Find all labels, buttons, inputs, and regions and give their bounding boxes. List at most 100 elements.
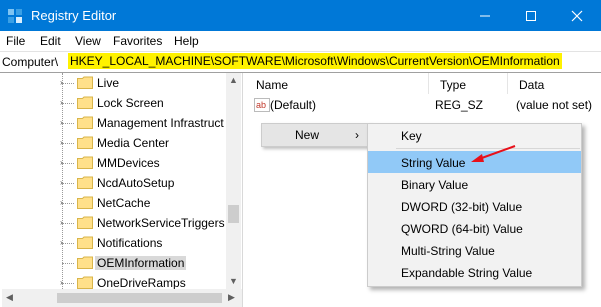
menu-help[interactable]: Help bbox=[174, 34, 199, 48]
close-icon bbox=[571, 10, 583, 21]
tree-item-label: Media Center bbox=[97, 136, 170, 150]
menu-view[interactable]: View bbox=[75, 34, 101, 48]
column-name-label: Name bbox=[256, 78, 289, 92]
submenu-item-dword-32-bit-value[interactable]: DWORD (32-bit) Value bbox=[368, 195, 581, 217]
expand-chevron-icon[interactable]: › bbox=[60, 78, 63, 87]
tree-connector bbox=[62, 143, 74, 144]
tree-item-label: MMDevices bbox=[97, 156, 160, 170]
tree-item-label: OneDriveRamps bbox=[97, 276, 186, 290]
column-header-type[interactable]: Type bbox=[429, 73, 508, 94]
tree-connector bbox=[62, 163, 74, 164]
tree-item-label: Lock Screen bbox=[97, 96, 164, 110]
annotation-arrow-icon bbox=[471, 145, 516, 162]
folder-icon bbox=[77, 216, 93, 229]
expand-chevron-icon[interactable]: › bbox=[60, 158, 63, 167]
value-row[interactable]: ab (Default) REG_SZ (value not set) bbox=[245, 95, 601, 115]
context-menu: New › bbox=[261, 123, 371, 147]
submenu-item-qword-64-bit-value[interactable]: QWORD (64-bit) Value bbox=[368, 217, 581, 239]
tree-item-label: Management Infrastruct bbox=[97, 116, 224, 130]
tree-item[interactable]: › Notifications bbox=[2, 233, 227, 253]
tree-item[interactable]: OEMInformation bbox=[2, 253, 227, 273]
tree-item[interactable]: › Live bbox=[2, 73, 227, 93]
tree-horizontal-scrollbar[interactable]: ◀ ▶ bbox=[2, 289, 242, 307]
tree-item-label: Live bbox=[97, 76, 120, 90]
submenu-item-binary-value[interactable]: Binary Value bbox=[368, 173, 581, 195]
tree-item[interactable]: › NetCache bbox=[2, 193, 227, 213]
scroll-left-icon[interactable]: ◀ bbox=[6, 292, 13, 303]
expand-chevron-icon[interactable]: › bbox=[60, 198, 63, 207]
svg-text:ab: ab bbox=[256, 100, 266, 110]
tree-connector bbox=[62, 243, 74, 244]
vertical-scroll-thumb[interactable] bbox=[228, 205, 239, 223]
folder-icon bbox=[77, 136, 93, 149]
submenu-arrow-icon: › bbox=[355, 128, 359, 142]
folder-icon bbox=[77, 96, 93, 109]
tree-connector bbox=[62, 263, 74, 264]
submenu-item-label: DWORD (32-bit) Value bbox=[401, 200, 523, 214]
key-tree: › Live › Lock Screen › Management Infrastruct… bbox=[2, 73, 243, 307]
column-header-data[interactable]: Data bbox=[508, 73, 601, 94]
folder-icon bbox=[77, 196, 93, 209]
column-type-label: Type bbox=[440, 78, 467, 92]
close-button[interactable] bbox=[554, 0, 600, 31]
tree-item-label: NetworkServiceTriggers bbox=[97, 216, 225, 230]
tree-item[interactable]: › MMDevices bbox=[2, 153, 227, 173]
string-value-icon: ab bbox=[254, 98, 270, 112]
tree-vertical-scrollbar[interactable]: ▲ ▼ bbox=[226, 73, 241, 289]
expand-chevron-icon[interactable]: › bbox=[60, 278, 63, 287]
tree-connector bbox=[62, 203, 74, 204]
submenu-item-label: Binary Value bbox=[401, 178, 469, 192]
tree-item[interactable]: › Management Infrastruct bbox=[2, 113, 227, 133]
submenu-item-label: Key bbox=[401, 129, 422, 143]
scroll-right-icon[interactable]: ▶ bbox=[228, 292, 235, 303]
expand-chevron-icon[interactable]: › bbox=[60, 238, 63, 247]
maximize-button[interactable] bbox=[508, 0, 554, 31]
folder-icon bbox=[77, 276, 93, 289]
value-data: (value not set) bbox=[516, 98, 593, 112]
tree-item[interactable]: › NetworkServiceTriggers bbox=[2, 213, 227, 233]
tree-connector bbox=[62, 183, 74, 184]
tree-item[interactable]: › Media Center bbox=[2, 133, 227, 153]
horizontal-scroll-thumb[interactable] bbox=[57, 293, 222, 303]
menu-bar: File Edit View Favorites Help bbox=[0, 31, 601, 52]
tree-item-label: OEMInformation bbox=[95, 256, 187, 270]
value-name: (Default) bbox=[270, 98, 317, 112]
expand-chevron-icon[interactable]: › bbox=[60, 118, 63, 127]
submenu-item-multi-string-value[interactable]: Multi-String Value bbox=[368, 239, 581, 261]
tree-item-label: NcdAutoSetup bbox=[97, 176, 175, 190]
window-title: Registry Editor bbox=[31, 8, 117, 23]
column-header-name[interactable]: Name bbox=[245, 73, 429, 94]
menu-edit[interactable]: Edit bbox=[40, 34, 61, 48]
address-bar[interactable]: Computer\ HKEY_LOCAL_MACHINE\SOFTWARE\Mi… bbox=[0, 52, 601, 73]
tree-item[interactable]: › NcdAutoSetup bbox=[2, 173, 227, 193]
tree-item-label: NetCache bbox=[97, 196, 151, 210]
submenu-item-label: Expandable String Value bbox=[401, 266, 533, 280]
tree-connector bbox=[62, 103, 74, 104]
tree-item[interactable]: › Lock Screen bbox=[2, 93, 227, 113]
menu-favorites[interactable]: Favorites bbox=[113, 34, 162, 48]
expand-chevron-icon[interactable]: › bbox=[60, 98, 63, 107]
tree-connector bbox=[62, 283, 74, 284]
minimize-button[interactable] bbox=[462, 0, 508, 31]
menu-item-new-label: New bbox=[295, 128, 320, 142]
submenu-item-label: Multi-String Value bbox=[401, 244, 495, 258]
title-bar: Registry Editor bbox=[0, 0, 601, 31]
menu-file[interactable]: File bbox=[6, 34, 25, 48]
menu-item-new[interactable]: New › bbox=[262, 124, 370, 146]
value-type: REG_SZ bbox=[435, 98, 484, 112]
maximize-icon bbox=[526, 10, 536, 21]
folder-icon bbox=[77, 176, 93, 189]
scroll-down-icon[interactable]: ▼ bbox=[229, 276, 238, 286]
tree-connector bbox=[62, 223, 74, 224]
scroll-up-icon[interactable]: ▲ bbox=[229, 75, 238, 85]
expand-chevron-icon[interactable]: › bbox=[60, 138, 63, 147]
folder-icon bbox=[77, 116, 93, 129]
submenu-item-expandable-string-value[interactable]: Expandable String Value bbox=[368, 261, 581, 283]
submenu-item-label: QWORD (64-bit) Value bbox=[401, 222, 523, 236]
column-data-label: Data bbox=[519, 78, 545, 92]
expand-chevron-icon[interactable]: › bbox=[60, 178, 63, 187]
minimize-icon bbox=[480, 15, 490, 16]
folder-icon bbox=[77, 156, 93, 169]
expand-chevron-icon[interactable]: › bbox=[60, 218, 63, 227]
address-path: HKEY_LOCAL_MACHINE\SOFTWARE\Microsoft\Wi… bbox=[68, 53, 562, 69]
